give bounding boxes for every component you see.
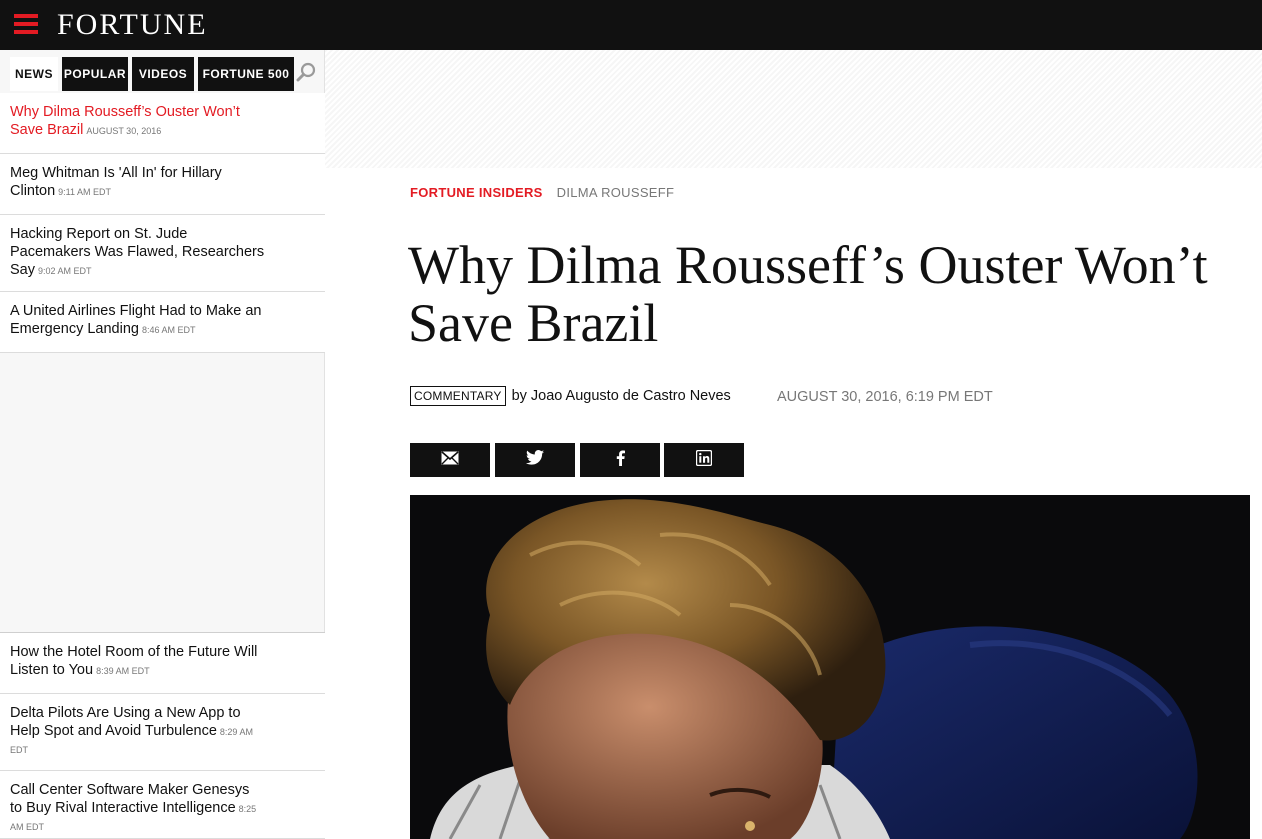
- share-email-button[interactable]: [410, 443, 490, 477]
- share-linkedin-button[interactable]: [664, 443, 744, 477]
- ad-placeholder-pattern: [325, 50, 1262, 168]
- list-item[interactable]: Delta Pilots Are Using a New App to Help…: [0, 694, 325, 771]
- news-list-bottom: How the Hotel Room of the Future Will Li…: [0, 632, 325, 839]
- list-item[interactable]: How the Hotel Room of the Future Will Li…: [0, 633, 325, 694]
- facebook-icon: [616, 450, 625, 471]
- linkedin-icon: [695, 449, 713, 471]
- list-item-time: 8:46 AM EDT: [141, 325, 196, 335]
- news-sidebar: NEWS POPULAR VIDEOS FORTUNE 500 Why Dilm…: [0, 50, 325, 839]
- list-item[interactable]: Hacking Report on St. Jude Pacemakers Wa…: [0, 215, 325, 292]
- share-twitter-button[interactable]: [495, 443, 575, 477]
- list-item-time: 8:39 AM EDT: [96, 666, 150, 676]
- byline-by: by: [511, 388, 527, 404]
- list-item[interactable]: A United Airlines Flight Had to Make an …: [0, 292, 325, 353]
- tab-fortune-500[interactable]: FORTUNE 500: [198, 57, 294, 91]
- list-item-headline: Call Center Software Maker Genesys to Bu…: [10, 782, 250, 816]
- list-item[interactable]: Why Dilma Rousseff’s Ouster Won’t Save B…: [0, 93, 325, 154]
- list-item-time: 9:02 AM EDT: [38, 266, 92, 276]
- tab-videos[interactable]: VIDEOS: [132, 57, 194, 91]
- breadcrumb: FORTUNE INSIDERS DILMA ROUSSEFF: [410, 185, 674, 200]
- article-date: AUGUST 30, 2016, 6:19 PM EDT: [777, 389, 993, 405]
- article-hero-photo: [410, 495, 1250, 839]
- tab-popular[interactable]: POPULAR: [62, 57, 128, 91]
- author-link[interactable]: Joao Augusto de Castro Neves: [531, 388, 731, 404]
- tab-news[interactable]: NEWS: [10, 57, 58, 91]
- list-item[interactable]: Call Center Software Maker Genesys to Bu…: [0, 771, 325, 839]
- hamburger-menu-icon[interactable]: [14, 14, 38, 34]
- article-title: Why Dilma Rousseff’s Ouster Won’t Save B…: [408, 235, 1208, 353]
- news-list-top: Why Dilma Rousseff’s Ouster Won’t Save B…: [0, 93, 325, 353]
- byline: COMMENTARY by Joao Augusto de Castro Nev…: [410, 386, 731, 406]
- list-item-time: AUGUST 30, 2016: [86, 126, 162, 136]
- top-bar: FORTUNE: [0, 0, 1262, 50]
- list-item-headline: A United Airlines Flight Had to Make an …: [10, 303, 262, 337]
- list-item-headline: Meg Whitman Is 'All In' for Hillary Clin…: [10, 165, 222, 199]
- breadcrumb-topic[interactable]: DILMA ROUSSEFF: [557, 185, 675, 200]
- fortune-logo[interactable]: FORTUNE: [57, 9, 208, 41]
- twitter-icon: [526, 450, 544, 470]
- search-icon[interactable]: [296, 62, 316, 82]
- email-icon: [441, 450, 459, 470]
- list-item-time: 9:11 AM EDT: [58, 187, 111, 197]
- list-item-headline: Delta Pilots Are Using a New App to Help…: [10, 705, 241, 739]
- commentary-badge: COMMENTARY: [410, 386, 506, 406]
- list-item[interactable]: Meg Whitman Is 'All In' for Hillary Clin…: [0, 154, 325, 215]
- share-facebook-button[interactable]: [580, 443, 660, 477]
- breadcrumb-section[interactable]: FORTUNE INSIDERS: [410, 185, 543, 200]
